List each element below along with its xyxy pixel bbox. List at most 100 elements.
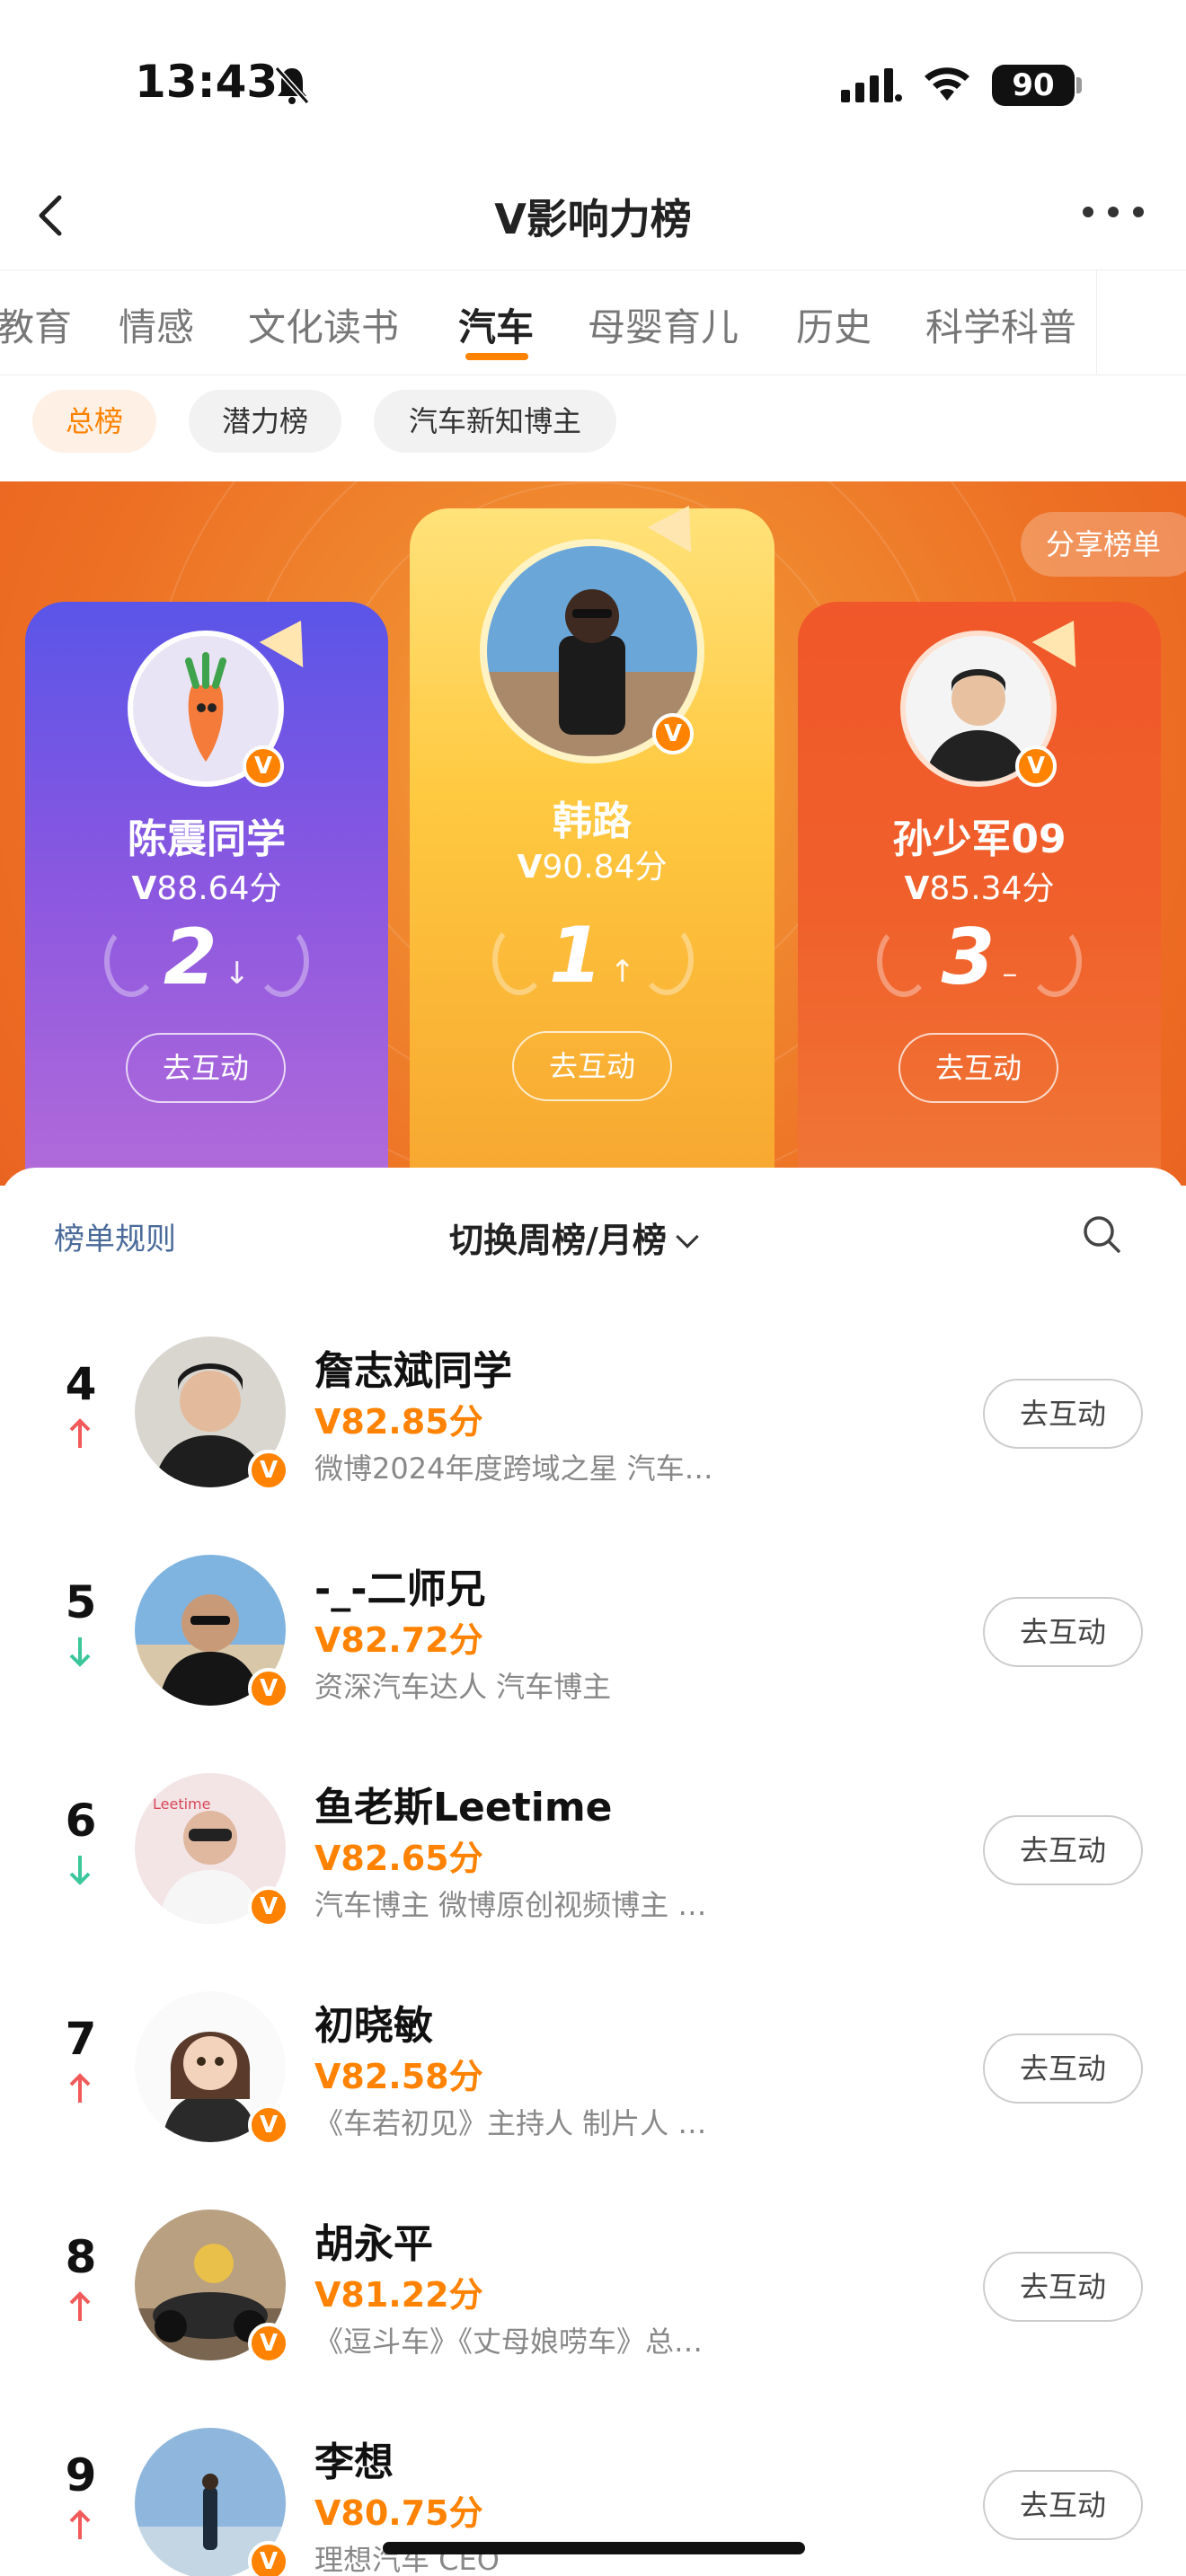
interact-button[interactable]: 去互动 bbox=[898, 1033, 1058, 1103]
tab-science[interactable]: 科学科普 bbox=[925, 297, 1076, 352]
row-score: V80.75分 bbox=[314, 2493, 483, 2533]
trend-down-icon bbox=[69, 1856, 91, 1885]
status-time: 13:43 bbox=[135, 56, 279, 108]
rank-number: 5 bbox=[65, 1576, 97, 1628]
verified-v-icon: V bbox=[1015, 745, 1057, 787]
verified-v-icon: V bbox=[248, 2323, 289, 2364]
trend-down-icon: ↓ bbox=[224, 956, 251, 992]
battery-indicator: 90 bbox=[992, 65, 1075, 106]
page-title: V影响力榜 bbox=[494, 195, 692, 243]
interact-button[interactable]: 去互动 bbox=[983, 2033, 1143, 2104]
subtab-auto-new-blogger[interactable]: 汽车新知博主 bbox=[374, 390, 616, 453]
verified-v-icon: V bbox=[243, 745, 284, 787]
row-score: V81.22分 bbox=[314, 2275, 483, 2315]
ranking-row[interactable]: 8 V 胡永平 V81.22分 《逗斗车》《丈母娘唠车》总… 去互动 bbox=[0, 2166, 1186, 2385]
podium-card-rank-3[interactable]: V 孙少军09 V85.34分 3– 去互动 bbox=[798, 602, 1161, 1186]
podium-score: V85.34分 bbox=[904, 870, 1055, 907]
tab-parenting[interactable]: 母婴育儿 bbox=[588, 297, 739, 352]
search-icon[interactable] bbox=[1082, 1214, 1121, 1254]
tab-auto[interactable]: 汽车 bbox=[458, 297, 534, 352]
rank-number: 8 bbox=[65, 2231, 97, 2283]
status-bar: 13:43 90 bbox=[0, 0, 1186, 162]
podium-section: 分享榜单 V 陈震同学 V88.64分 2 ↓ 去互动 V 韩路 V90.84分… bbox=[0, 481, 1186, 1186]
row-score: V82.58分 bbox=[314, 2057, 483, 2096]
tab-culture-reading[interactable]: 文化读书 bbox=[248, 297, 399, 352]
subtab-overall[interactable]: 总榜 bbox=[32, 390, 156, 453]
podium-score: V90.84分 bbox=[517, 849, 668, 886]
ranking-row[interactable]: 7 V 初晓敏 V82.58分 《车若初见》主持人 制片人 … 去互动 bbox=[0, 1948, 1186, 2166]
home-indicator[interactable] bbox=[383, 2542, 805, 2554]
ranking-row[interactable]: 6 Leetime V 鱼老斯Leetime V82.65分 汽车博主 微博原创… bbox=[0, 1730, 1186, 1948]
row-score: V82.72分 bbox=[314, 1620, 483, 1660]
share-list-button[interactable]: 分享榜单 bbox=[1021, 512, 1186, 577]
podium-card-rank-1[interactable]: V 韩路 V90.84分 1 ↑ 去互动 bbox=[410, 492, 774, 1186]
chevron-down-icon bbox=[676, 1225, 699, 1248]
ranking-row[interactable]: 5 V -_-二师兄 V82.72分 资深汽车达人 汽车博主 去互动 bbox=[0, 1512, 1186, 1730]
trend-down-icon bbox=[69, 1637, 91, 1667]
svg-text:Leetime: Leetime bbox=[153, 1795, 210, 1813]
list-rules-link[interactable]: 榜单规则 bbox=[54, 1214, 176, 1258]
row-name: 胡永平 bbox=[314, 2221, 433, 2267]
podium-name: 韩路 bbox=[553, 798, 632, 844]
tab-history[interactable]: 历史 bbox=[796, 297, 872, 352]
podium-rank: 3– bbox=[941, 913, 1018, 1002]
rank-number: 7 bbox=[65, 2013, 97, 2065]
rank-number: 4 bbox=[65, 1358, 97, 1410]
row-description: 微博2024年度跨域之星 汽车… bbox=[314, 1451, 713, 1486]
trend-same-icon: – bbox=[1002, 956, 1018, 992]
sub-tabs: 总榜 潜力榜 汽车新知博主 bbox=[0, 375, 1186, 481]
wifi-icon bbox=[925, 67, 969, 101]
verified-v-icon: V bbox=[248, 1668, 289, 1709]
row-score: V82.85分 bbox=[314, 1402, 483, 1442]
verified-v-icon: V bbox=[652, 713, 694, 754]
row-description: 《车若初见》主持人 制片人 … bbox=[314, 2106, 707, 2140]
battery-tip bbox=[1076, 77, 1082, 93]
podium-rank: 1 ↑ bbox=[548, 911, 636, 1001]
rank-number: 9 bbox=[65, 2449, 97, 2501]
verified-v-icon: V bbox=[248, 2104, 289, 2146]
interact-button[interactable]: 去互动 bbox=[983, 2252, 1143, 2322]
tab-emotion[interactable]: 情感 bbox=[119, 297, 194, 352]
row-score: V82.65分 bbox=[314, 1839, 483, 1878]
row-description: 资深汽车达人 汽车博主 bbox=[314, 1670, 612, 1704]
category-expand-button[interactable] bbox=[1096, 270, 1186, 375]
podium-name: 孙少军09 bbox=[892, 816, 1067, 862]
interact-button[interactable]: 去互动 bbox=[512, 1031, 672, 1101]
interact-button[interactable]: 去互动 bbox=[983, 1597, 1143, 1667]
trend-up-icon: ↑ bbox=[609, 954, 636, 990]
verified-v-icon: V bbox=[248, 1450, 289, 1491]
cellular-signal-icon bbox=[841, 68, 902, 102]
tab-education[interactable]: 教育 bbox=[0, 297, 72, 352]
interact-button[interactable]: 去互动 bbox=[126, 1033, 286, 1103]
bell-muted-icon bbox=[274, 66, 310, 104]
row-name: 詹志斌同学 bbox=[314, 1348, 512, 1394]
row-name: -_-二师兄 bbox=[314, 1566, 486, 1612]
interact-button[interactable]: 去互动 bbox=[983, 1379, 1143, 1449]
row-description: 汽车博主 微博原创视频博主 … bbox=[314, 1888, 707, 1922]
podium-score: V88.64分 bbox=[131, 870, 282, 907]
ranking-list-panel: 榜单规则 切换周榜/月榜 4 V 詹志斌同学 V82.85分 微博2024年度跨… bbox=[0, 1168, 1186, 2576]
nav-bar: V影响力榜 bbox=[0, 162, 1186, 269]
ranking-row[interactable]: 4 V 詹志斌同学 V82.85分 微博2024年度跨域之星 汽车… 去互动 bbox=[0, 1293, 1186, 1512]
rank-number: 6 bbox=[65, 1795, 97, 1847]
verified-v-icon: V bbox=[248, 2541, 289, 2576]
podium-card-rank-2[interactable]: V 陈震同学 V88.64分 2 ↓ 去互动 bbox=[25, 602, 388, 1186]
podium-name: 陈震同学 bbox=[128, 816, 286, 862]
row-name: 初晓敏 bbox=[314, 2003, 433, 2049]
subtab-potential[interactable]: 潜力榜 bbox=[189, 390, 341, 453]
active-tab-indicator bbox=[465, 353, 528, 360]
interact-button[interactable]: 去互动 bbox=[983, 2470, 1143, 2540]
trend-up-icon bbox=[69, 1418, 91, 1448]
trend-up-icon bbox=[69, 2073, 91, 2103]
row-name: 李想 bbox=[314, 2439, 394, 2485]
podium-rank: 2 ↓ bbox=[163, 913, 251, 1002]
more-options-icon[interactable] bbox=[1083, 201, 1146, 228]
interact-button[interactable]: 去互动 bbox=[983, 1815, 1143, 1885]
switch-period-dropdown[interactable]: 切换周榜/月榜 bbox=[449, 1213, 699, 1262]
trend-up-icon bbox=[69, 2291, 91, 2321]
row-description: 《逗斗车》《丈母娘唠车》总… bbox=[314, 2325, 704, 2359]
verified-v-icon: V bbox=[248, 1886, 289, 1928]
category-tabs: 教育 情感 文化读书 汽车 母婴育儿 历史 科学科普 bbox=[0, 269, 1186, 375]
row-name: 鱼老斯Leetime bbox=[314, 1785, 613, 1831]
trend-up-icon bbox=[69, 2510, 91, 2539]
